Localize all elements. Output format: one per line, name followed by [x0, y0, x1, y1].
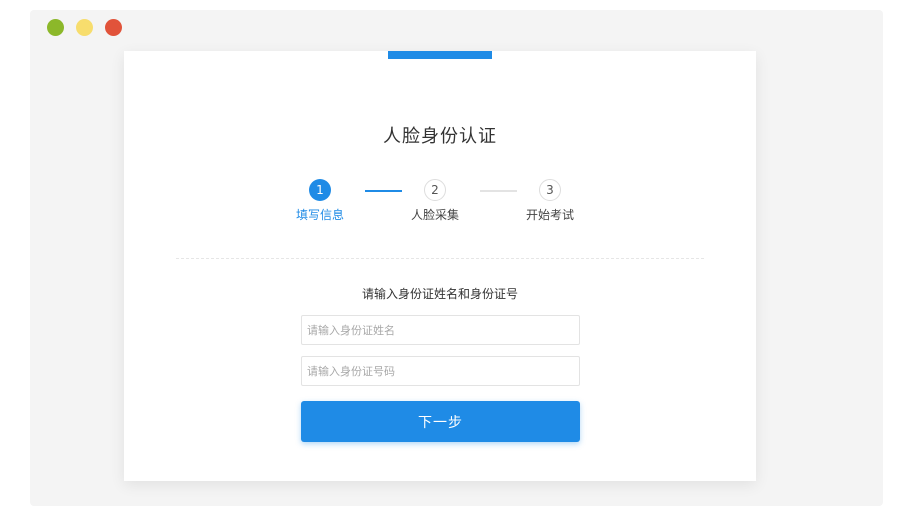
section-divider	[176, 258, 704, 259]
form-instruction: 请输入身份证姓名和身份证号	[361, 287, 518, 301]
close-button[interactable]	[105, 19, 122, 36]
step-1-label: 填写信息	[295, 208, 344, 222]
step-3-label: 开始考试	[525, 208, 574, 222]
step-connector-1	[365, 190, 402, 192]
step-3-indicator: 3	[539, 179, 561, 201]
name-input[interactable]	[301, 315, 580, 345]
minimize-button[interactable]	[76, 19, 93, 36]
card-top-accent	[388, 51, 492, 59]
step-1-indicator: 1	[309, 179, 331, 201]
step-connector-2	[480, 190, 517, 192]
verification-card: 人脸身份认证 1 2 3 填写信息 人脸采集 开始考试 请输入身份证姓名和身份证…	[124, 51, 756, 481]
browser-window: 人脸身份认证 1 2 3 填写信息 人脸采集 开始考试 请输入身份证姓名和身份证…	[30, 10, 883, 506]
page-title: 人脸身份认证	[383, 126, 497, 147]
step-2-indicator: 2	[424, 179, 446, 201]
next-step-button[interactable]: 下一步	[301, 401, 580, 442]
step-2-label: 人脸采集	[410, 208, 459, 222]
id-number-input[interactable]	[301, 356, 580, 386]
window-titlebar	[30, 10, 883, 50]
maximize-button[interactable]	[47, 19, 64, 36]
